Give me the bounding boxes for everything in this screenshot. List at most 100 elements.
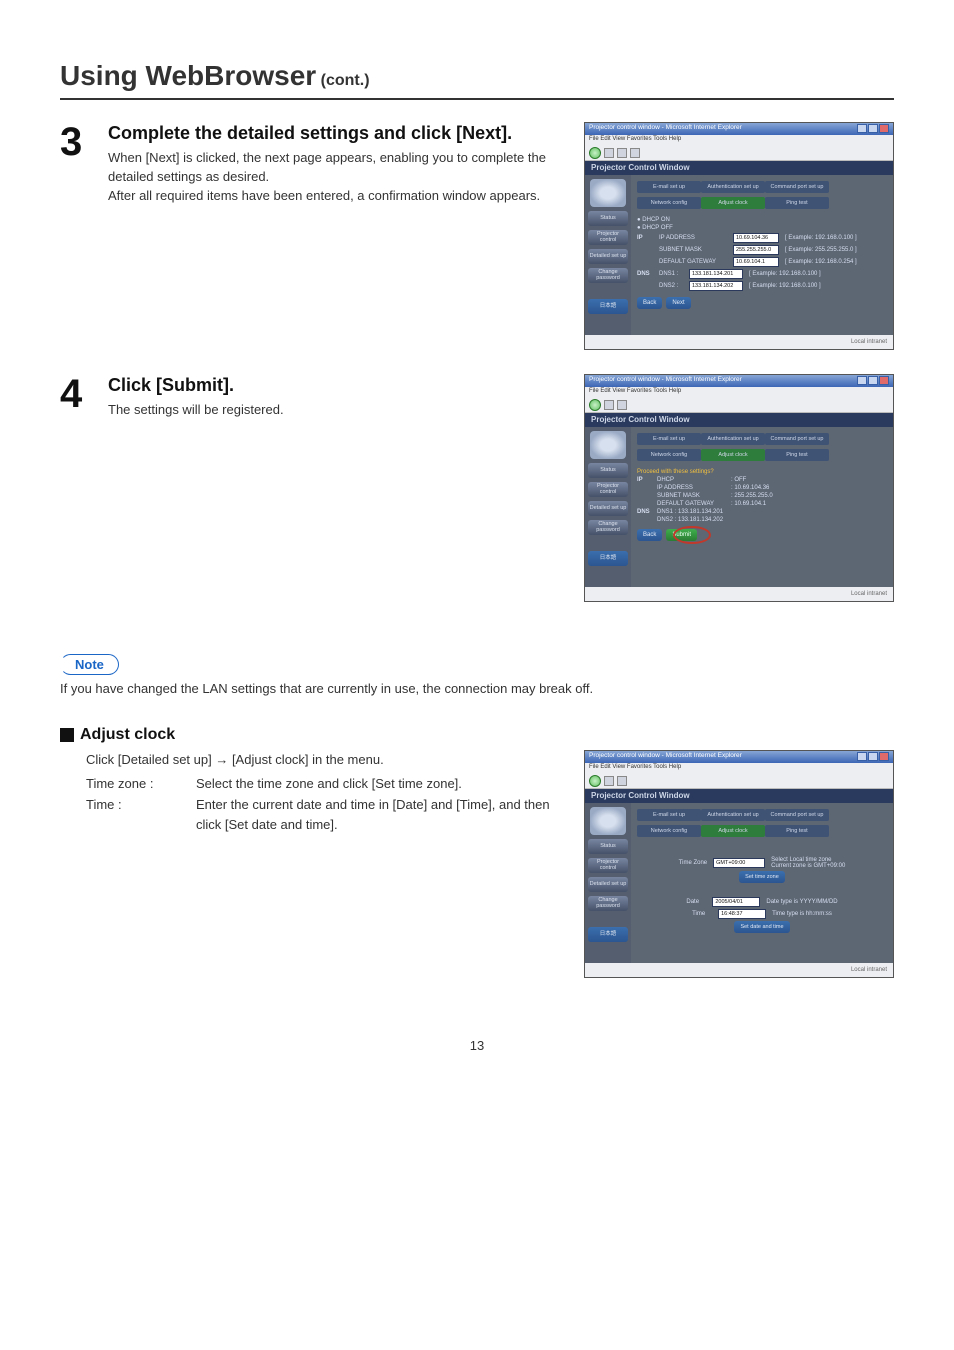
gateway-input[interactable]: 10.69.104.1	[733, 257, 779, 267]
date-info: Date type is YYYY/MM/DD	[766, 899, 837, 905]
tab-ping[interactable]: Ping test	[765, 449, 829, 461]
tab-network[interactable]: Network config	[637, 197, 701, 209]
min-icon[interactable]	[857, 376, 867, 385]
adjust-tz-label: Time zone :	[86, 774, 186, 794]
note-pill: Note	[60, 654, 119, 675]
tab-email[interactable]: E-mail set up	[637, 433, 701, 445]
tab-adjust-clock[interactable]: Adjust clock	[701, 825, 765, 837]
ip-value: : 10.69.104.36	[731, 485, 769, 491]
step-3-title: Complete the detailed settings and click…	[108, 122, 572, 145]
back-icon[interactable]	[589, 147, 601, 159]
step-4-number: 4	[60, 374, 108, 414]
square-bullet-icon	[60, 728, 74, 742]
tab-network[interactable]: Network config	[637, 825, 701, 837]
tab-email[interactable]: E-mail set up	[637, 809, 701, 821]
sidebar-detailed-setup[interactable]: Detailed set up	[588, 501, 628, 516]
dhcp-label: DHCP	[657, 477, 727, 483]
tz-info2: Current zone is GMT+09:00	[771, 863, 845, 869]
toolbar-icon[interactable]	[617, 776, 627, 786]
ie-menu[interactable]: File Edit View Favorites Tools Help	[585, 135, 893, 145]
tab-adjust-clock[interactable]: Adjust clock	[701, 197, 765, 209]
step-4-title: Click [Submit].	[108, 374, 572, 397]
confirm-msg: Proceed with these settings?	[637, 469, 887, 475]
tab-ping[interactable]: Ping test	[765, 825, 829, 837]
subnet-input[interactable]: 255.255.255.0	[733, 245, 779, 255]
back-button[interactable]: Back	[637, 529, 662, 541]
ip-label: IP ADDRESS	[659, 235, 727, 241]
close-icon[interactable]	[879, 752, 889, 761]
sidebar-projector-control[interactable]: Projector control	[588, 858, 628, 873]
toolbar-icon[interactable]	[617, 148, 627, 158]
sidebar-detailed-setup[interactable]: Detailed set up	[588, 249, 628, 264]
tab-cmd[interactable]: Command port set up	[765, 809, 829, 821]
pcw-header: Projector Control Window	[585, 789, 893, 803]
submit-button[interactable]: Submit	[666, 529, 697, 541]
sidebar-change-password[interactable]: Change password	[588, 896, 628, 911]
dns2-example: [ Example: 192.168.0.100 ]	[749, 283, 821, 289]
ie-menu[interactable]: File Edit View Favorites Tools Help	[585, 763, 893, 773]
close-icon[interactable]	[879, 124, 889, 133]
sidebar-status[interactable]: Status	[588, 211, 628, 226]
min-icon[interactable]	[857, 752, 867, 761]
close-icon[interactable]	[879, 376, 889, 385]
back-button[interactable]: Back	[637, 297, 662, 309]
max-icon[interactable]	[868, 752, 878, 761]
sidebar-projector-control[interactable]: Projector control	[588, 230, 628, 245]
max-icon[interactable]	[868, 376, 878, 385]
toolbar-icon[interactable]	[617, 400, 627, 410]
next-button[interactable]: Next	[666, 297, 690, 309]
sidebar-japanese[interactable]: 日本語	[588, 551, 628, 566]
sidebar-japanese[interactable]: 日本語	[588, 299, 628, 314]
tab-cmd[interactable]: Command port set up	[765, 433, 829, 445]
tab-ping[interactable]: Ping test	[765, 197, 829, 209]
sidebar-status[interactable]: Status	[588, 839, 628, 854]
tab-network[interactable]: Network config	[637, 449, 701, 461]
tab-auth[interactable]: Authentication set up	[701, 181, 765, 193]
dhcp-on-radio[interactable]: ● DHCP ON	[637, 217, 670, 223]
timezone-label: Time Zone	[679, 860, 707, 866]
sidebar-detailed-setup[interactable]: Detailed set up	[588, 877, 628, 892]
sidebar-projector-control[interactable]: Projector control	[588, 482, 628, 497]
dns1-input[interactable]: 133.181.134.201	[689, 269, 743, 279]
dhcp-off-radio[interactable]: ● DHCP OFF	[637, 225, 673, 231]
ie-toolbar	[585, 145, 893, 161]
tab-adjust-clock[interactable]: Adjust clock	[701, 449, 765, 461]
sidebar-japanese[interactable]: 日本語	[588, 927, 628, 942]
sidebar-status[interactable]: Status	[588, 463, 628, 478]
set-datetime-button[interactable]: Set date and time	[734, 921, 789, 933]
ie-toolbar	[585, 773, 893, 789]
toolbar-icon[interactable]	[604, 776, 614, 786]
min-icon[interactable]	[857, 124, 867, 133]
dns2-value: DNS2 : 133.181.134.202	[657, 517, 723, 523]
toolbar-icon[interactable]	[604, 148, 614, 158]
time-input[interactable]: 16:48:37	[718, 909, 766, 919]
dns2-input[interactable]: 133.181.134.202	[689, 281, 743, 291]
timezone-input[interactable]: GMT+09:00	[713, 858, 765, 868]
gateway-example: [ Example: 192.168.0.254 ]	[785, 259, 857, 265]
step-3-desc1: When [Next] is clicked, the next page ap…	[108, 149, 572, 187]
tab-email[interactable]: E-mail set up	[637, 181, 701, 193]
back-icon[interactable]	[589, 775, 601, 787]
tab-cmd[interactable]: Command port set up	[765, 181, 829, 193]
page-number: 13	[60, 1038, 894, 1053]
sidebar-change-password[interactable]: Change password	[588, 520, 628, 535]
tab-auth[interactable]: Authentication set up	[701, 433, 765, 445]
date-input[interactable]: 2005/04/01	[712, 897, 760, 907]
sidebar-change-password[interactable]: Change password	[588, 268, 628, 283]
adjust-clock-heading: Adjust clock	[60, 726, 894, 744]
back-icon[interactable]	[589, 399, 601, 411]
pcw-header: Projector Control Window	[585, 161, 893, 175]
dns1-example: [ Example: 192.168.0.100 ]	[749, 271, 821, 277]
step-4: 4 Click [Submit]. The settings will be r…	[60, 374, 894, 602]
adjust-time-label: Time :	[86, 795, 186, 834]
ie-title-adjust: Projector control window - Microsoft Int…	[589, 752, 742, 762]
set-timezone-button[interactable]: Set time zone	[739, 871, 785, 883]
note-label: Note	[75, 657, 104, 672]
ie-window-adjust: Projector control window - Microsoft Int…	[584, 750, 894, 978]
tab-auth[interactable]: Authentication set up	[701, 809, 765, 821]
ie-menu[interactable]: File Edit View Favorites Tools Help	[585, 387, 893, 397]
max-icon[interactable]	[868, 124, 878, 133]
toolbar-icon[interactable]	[604, 400, 614, 410]
toolbar-icon[interactable]	[630, 148, 640, 158]
ip-input[interactable]: 10.69.104.36	[733, 233, 779, 243]
